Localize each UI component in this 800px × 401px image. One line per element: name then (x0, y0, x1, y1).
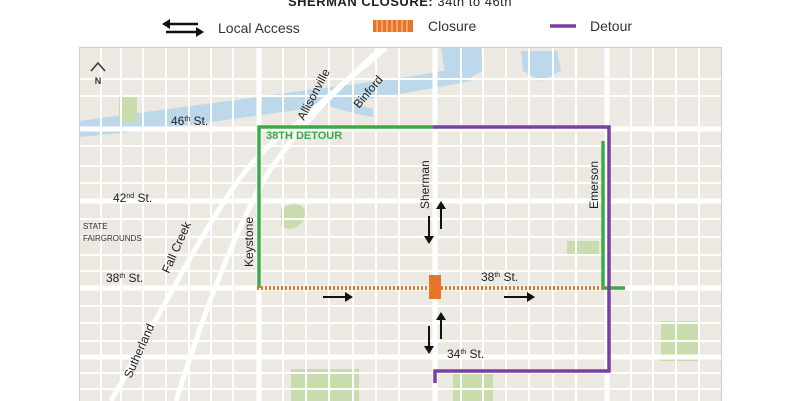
legend-detour-label: Detour (590, 18, 633, 34)
map[interactable]: N 38TH DETOUR 46th St. 42nd St. 38th St.… (79, 47, 722, 401)
label-38th-west: 38th St. (106, 271, 143, 285)
label-46th: 46th St. (171, 114, 208, 128)
title-bold: SHERMAN CLOSURE: (287, 0, 434, 9)
label-sherman: Sherman (418, 160, 432, 209)
map-canvas: N 38TH DETOUR 46th St. 42nd St. 38th St.… (80, 48, 721, 401)
double-arrow-icon (162, 19, 204, 37)
park-3 (567, 241, 599, 255)
label-keystone: Keystone (242, 217, 256, 267)
legend: Local Access Closure Detour (0, 14, 800, 42)
legend-closure-label: Closure (428, 18, 477, 34)
detour-38th-label: 38TH DETOUR (266, 130, 342, 142)
legend-local-access-label: Local Access (218, 20, 300, 36)
map-title: SHERMAN CLOSURE: 34th to 46th (0, 0, 800, 9)
park-6 (453, 373, 493, 401)
closure-swatch-icon (373, 20, 413, 32)
legend-detour: Detour (548, 18, 632, 34)
legend-closure: Closure (372, 18, 476, 34)
land (80, 48, 721, 401)
legend-local-access: Local Access (160, 18, 300, 38)
north-label: N (95, 76, 102, 86)
title-range: 34th to 46th (437, 0, 513, 9)
label-fairgrounds-2: FAIRGROUNDS (83, 234, 142, 243)
label-fairgrounds-1: STATE (83, 222, 108, 231)
detour-line-icon (550, 24, 576, 28)
closure-sherman (429, 275, 441, 299)
label-34th: 34th St. (447, 347, 484, 361)
label-38th-east: 38th St. (481, 270, 518, 284)
label-emerson: Emerson (587, 161, 601, 209)
